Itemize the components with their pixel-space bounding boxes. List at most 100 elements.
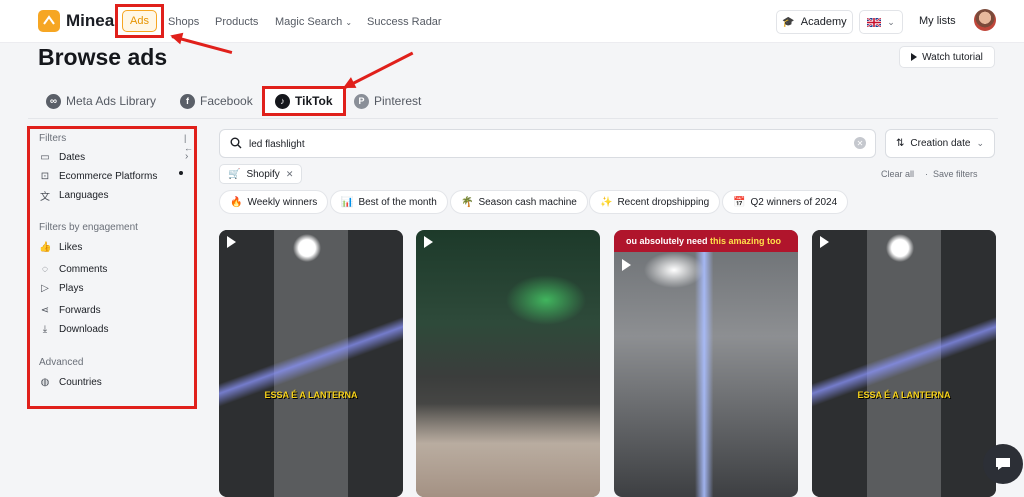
comment-icon: ◌ (42, 263, 48, 275)
nav-products-link[interactable]: Products (215, 16, 258, 28)
filter-label: Dates (59, 151, 86, 163)
video-thumbnail (614, 230, 798, 497)
ad-card[interactable] (416, 230, 600, 497)
preset-label: Season cash machine (478, 196, 577, 208)
nav-ads-link[interactable]: Ads (122, 10, 157, 32)
search-icon (230, 137, 242, 152)
annotation-arrow (344, 51, 414, 89)
preset-label: Weekly winners (247, 196, 318, 208)
nav-magic-search-link[interactable]: Magic Search ⌄ (275, 16, 352, 28)
search-input[interactable] (249, 136, 839, 152)
nav-shops-link[interactable]: Shops (168, 16, 199, 28)
remove-chip-icon[interactable]: ✕ (286, 169, 294, 180)
tabs-divider (28, 118, 998, 119)
filter-label: Forwards (59, 304, 101, 316)
filter-downloads[interactable]: ⤓ Downloads (39, 322, 109, 336)
thumbs-up-icon: 👍 (39, 241, 52, 253)
facebook-icon: f (180, 93, 195, 109)
watch-tutorial-button[interactable]: Watch tutorial (899, 46, 995, 68)
filter-label: Comments (59, 263, 108, 275)
play-icon (820, 236, 829, 248)
tab-tiktok[interactable]: ♪ TikTok (275, 92, 333, 110)
sort-select[interactable]: ⇅ Creation date ⌄ (885, 129, 995, 158)
tab-label: TikTok (295, 94, 333, 108)
separator: · (925, 169, 928, 179)
academy-label: Academy (800, 16, 847, 28)
preset-label: Recent dropshipping (617, 196, 710, 208)
calendar-icon: ▭ (40, 151, 50, 163)
language-select[interactable]: ⌄ (859, 10, 903, 34)
filter-languages[interactable]: 文 Languages (39, 188, 109, 203)
engagement-heading: Filters by engagement (39, 222, 138, 233)
chevron-right-icon: › (185, 151, 189, 162)
filters-sidebar: Filters |← ▭ Dates › ⊡ Ecommerce Platfor… (27, 126, 197, 409)
academy-button[interactable]: 🎓 Academy (776, 10, 853, 34)
banner-text: ou absolutely need (626, 236, 711, 246)
preset-weekly-winners[interactable]: 🔥 Weekly winners (219, 190, 329, 214)
filter-ecommerce-platforms[interactable]: ⊡ Ecommerce Platforms (39, 169, 158, 183)
calendar-icon: 📅 (733, 196, 746, 208)
preset-recent-dropshipping[interactable]: ✨ Recent dropshipping (589, 190, 721, 214)
clear-all-link[interactable]: Clear all (881, 169, 914, 179)
filter-dates[interactable]: ▭ Dates (39, 150, 85, 164)
cart-icon: 🛒 (228, 168, 241, 180)
filter-countries[interactable]: ◍ Countries (39, 375, 102, 389)
watch-tutorial-label: Watch tutorial (922, 51, 983, 63)
avatar[interactable] (974, 9, 996, 31)
sparkle-icon: ✨ (600, 196, 613, 208)
sort-label: Creation date (910, 138, 971, 149)
sort-icon: ⇅ (896, 138, 905, 149)
tab-pinterest[interactable]: P Pinterest (354, 92, 421, 110)
filter-label: Languages (59, 189, 109, 201)
ad-card[interactable]: ESSA É A LANTERNA (219, 230, 403, 497)
video-thumbnail (219, 230, 403, 497)
chevron-down-icon: ⌄ (345, 18, 353, 27)
play-icon (911, 53, 918, 61)
preset-best-of-month[interactable]: 📊 Best of the month (330, 190, 448, 214)
tab-label: Pinterest (374, 94, 422, 108)
play-icon (424, 236, 433, 248)
chevron-down-icon: ⌄ (887, 16, 895, 27)
ad-card[interactable]: ou absolutely need this amazing too (614, 230, 798, 497)
meta-icon: ∞ (46, 93, 61, 109)
filter-comments[interactable]: ◌ Comments (39, 262, 107, 276)
tab-meta-ads-library[interactable]: ∞ Meta Ads Library (46, 92, 156, 110)
palm-icon: 🌴 (461, 196, 474, 208)
save-filters-link[interactable]: Save filters (933, 169, 978, 179)
download-icon: ⤓ (42, 323, 48, 335)
filters-heading: Filters (39, 133, 67, 144)
preset-q2-winners[interactable]: 📅 Q2 winners of 2024 (722, 190, 849, 214)
filter-plays[interactable]: ▷ Plays (39, 281, 83, 295)
play-icon (227, 236, 236, 248)
filter-likes[interactable]: 👍 Likes (39, 240, 82, 254)
graduation-cap-icon: 🎓 (782, 16, 795, 28)
minea-logo-icon (38, 10, 60, 32)
active-filter-chip[interactable]: 🛒 Shopify ✕ (219, 164, 303, 184)
my-lists-link[interactable]: My lists (919, 15, 956, 27)
fire-icon: 🔥 (230, 196, 243, 208)
filter-forwards[interactable]: ⋖ Forwards (39, 303, 101, 317)
chat-button[interactable] (983, 444, 1023, 484)
nav-success-radar-link[interactable]: Success Radar (367, 16, 442, 28)
chevron-down-icon: ⌄ (976, 138, 984, 148)
play-icon: ▷ (41, 282, 49, 294)
active-filter-dot (179, 171, 183, 175)
chat-icon (996, 458, 1010, 470)
tab-facebook[interactable]: f Facebook (180, 92, 253, 110)
globe-icon: ◍ (40, 376, 50, 388)
tiktok-icon: ♪ (275, 93, 290, 109)
search-bar: ✕ (219, 129, 876, 158)
collapse-sidebar-icon[interactable]: |← (184, 133, 194, 153)
clear-search-icon[interactable]: ✕ (854, 137, 866, 149)
tab-label: Facebook (200, 94, 253, 108)
video-thumbnail (416, 230, 600, 497)
brand-logo[interactable]: Minea (38, 10, 114, 32)
preset-season-cash-machine[interactable]: 🌴 Season cash machine (450, 190, 588, 214)
page-title: Browse ads (38, 44, 168, 70)
uk-flag-icon (867, 17, 882, 27)
advanced-heading: Advanced (39, 357, 84, 368)
share-icon: ⋖ (40, 304, 50, 316)
nav-magic-search-label: Magic Search (275, 16, 343, 28)
banner-highlight: this amazing too (710, 236, 782, 246)
ad-card[interactable]: ESSA É A LANTERNA (812, 230, 996, 497)
